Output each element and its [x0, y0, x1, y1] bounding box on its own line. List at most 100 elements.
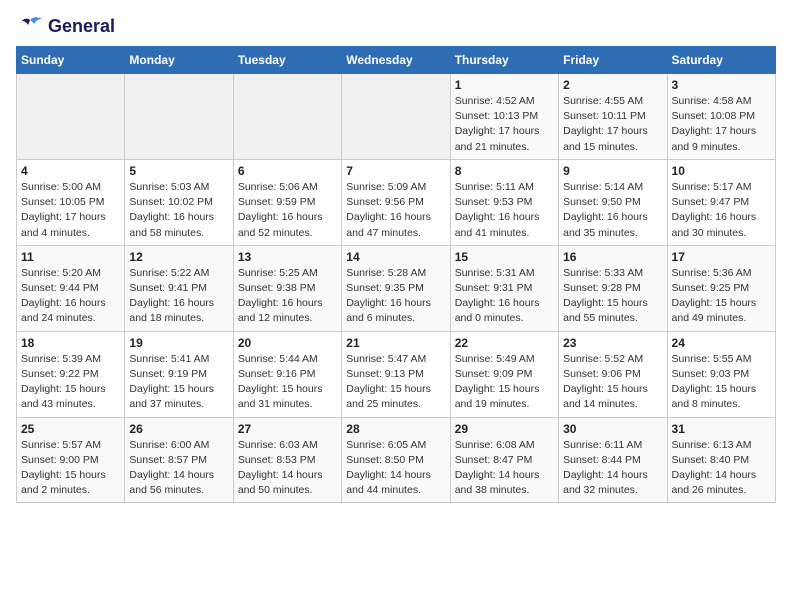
calendar-cell: 17Sunrise: 5:36 AM Sunset: 9:25 PM Dayli…	[667, 245, 775, 331]
logo-icon	[16, 16, 44, 38]
day-number: 12	[129, 250, 228, 264]
calendar-cell: 16 Sunrise: 5:33 AM Sunset: 9:28 PM Dayli…	[559, 245, 667, 331]
day-info: Sunrise: 5:03 AM Sunset: 10:02 PM Daylig…	[129, 180, 228, 241]
day-info: Sunrise: 5:17 AM Sunset: 9:47 PM Dayligh…	[672, 180, 771, 241]
day-info: Sunrise: 5:00 AM Sunset: 10:05 PM Daylig…	[21, 180, 120, 241]
day-info: Sunrise: 5:20 AM Sunset: 9:44 PM Dayligh…	[21, 266, 120, 327]
calendar-week-row: 11 Sunrise: 5:20 AM Sunset: 9:44 PM Dayli…	[17, 245, 776, 331]
day-of-week-header: Wednesday	[342, 47, 450, 74]
day-info: Sunrise: 5:41 AM Sunset: 9:19 PM Dayligh…	[129, 352, 228, 413]
calendar-cell: 2 Sunrise: 4:55 AM Sunset: 10:11 PM Dayli…	[559, 74, 667, 160]
calendar-cell: 6Sunrise: 5:06 AM Sunset: 9:59 PM Daylig…	[233, 159, 341, 245]
day-number: 2	[563, 78, 662, 92]
calendar-cell: 25 Sunrise: 5:57 AM Sunset: 9:00 PM Dayli…	[17, 417, 125, 503]
day-number: 8	[455, 164, 554, 178]
day-info: Sunrise: 5:52 AM Sunset: 9:06 PM Dayligh…	[563, 352, 662, 413]
day-number: 25	[21, 422, 120, 436]
day-number: 29	[455, 422, 554, 436]
calendar-cell: 31Sunrise: 6:13 AM Sunset: 8:40 PM Dayli…	[667, 417, 775, 503]
calendar-week-row: 1 Sunrise: 4:52 AM Sunset: 10:13 PM Dayli…	[17, 74, 776, 160]
day-info: Sunrise: 4:58 AM Sunset: 10:08 PM Daylig…	[672, 94, 771, 155]
calendar-cell: 24 Sunrise: 5:55 AM Sunset: 9:03 PM Dayli…	[667, 331, 775, 417]
day-number: 15	[455, 250, 554, 264]
day-number: 27	[238, 422, 337, 436]
day-info: Sunrise: 5:11 AM Sunset: 9:53 PM Dayligh…	[455, 180, 554, 241]
day-info: Sunrise: 5:33 AM Sunset: 9:28 PM Dayligh…	[563, 266, 662, 327]
calendar-cell: 7 Sunrise: 5:09 AM Sunset: 9:56 PM Daylig…	[342, 159, 450, 245]
day-info: Sunrise: 5:49 AM Sunset: 9:09 PM Dayligh…	[455, 352, 554, 413]
day-number: 26	[129, 422, 228, 436]
day-of-week-header: Saturday	[667, 47, 775, 74]
day-info: Sunrise: 5:31 AM Sunset: 9:31 PM Dayligh…	[455, 266, 554, 327]
day-number: 19	[129, 336, 228, 350]
day-info: Sunrise: 5:14 AM Sunset: 9:50 PM Dayligh…	[563, 180, 662, 241]
logo: General	[16, 16, 115, 38]
day-number: 16	[563, 250, 662, 264]
day-info: Sunrise: 4:52 AM Sunset: 10:13 PM Daylig…	[455, 94, 554, 155]
logo-text: General	[48, 17, 115, 37]
calendar-cell: 1 Sunrise: 4:52 AM Sunset: 10:13 PM Dayli…	[450, 74, 558, 160]
day-of-week-header: Friday	[559, 47, 667, 74]
day-info: Sunrise: 5:06 AM Sunset: 9:59 PM Dayligh…	[238, 180, 337, 241]
calendar-cell: 10 Sunrise: 5:17 AM Sunset: 9:47 PM Dayli…	[667, 159, 775, 245]
calendar-cell	[125, 74, 233, 160]
day-of-week-header: Tuesday	[233, 47, 341, 74]
day-number: 24	[672, 336, 771, 350]
day-info: Sunrise: 6:05 AM Sunset: 8:50 PM Dayligh…	[346, 438, 445, 499]
calendar-cell: 3Sunrise: 4:58 AM Sunset: 10:08 PM Dayli…	[667, 74, 775, 160]
calendar-cell: 4Sunrise: 5:00 AM Sunset: 10:05 PM Dayli…	[17, 159, 125, 245]
day-info: Sunrise: 5:25 AM Sunset: 9:38 PM Dayligh…	[238, 266, 337, 327]
day-info: Sunrise: 4:55 AM Sunset: 10:11 PM Daylig…	[563, 94, 662, 155]
calendar-cell: 14 Sunrise: 5:28 AM Sunset: 9:35 PM Dayli…	[342, 245, 450, 331]
day-number: 20	[238, 336, 337, 350]
day-of-week-header: Thursday	[450, 47, 558, 74]
calendar-cell: 9 Sunrise: 5:14 AM Sunset: 9:50 PM Daylig…	[559, 159, 667, 245]
calendar-cell: 27Sunrise: 6:03 AM Sunset: 8:53 PM Dayli…	[233, 417, 341, 503]
day-info: Sunrise: 6:00 AM Sunset: 8:57 PM Dayligh…	[129, 438, 228, 499]
day-info: Sunrise: 5:44 AM Sunset: 9:16 PM Dayligh…	[238, 352, 337, 413]
day-info: Sunrise: 6:11 AM Sunset: 8:44 PM Dayligh…	[563, 438, 662, 499]
day-info: Sunrise: 5:55 AM Sunset: 9:03 PM Dayligh…	[672, 352, 771, 413]
day-number: 14	[346, 250, 445, 264]
calendar-cell: 23Sunrise: 5:52 AM Sunset: 9:06 PM Dayli…	[559, 331, 667, 417]
day-number: 10	[672, 164, 771, 178]
calendar-cell: 20 Sunrise: 5:44 AM Sunset: 9:16 PM Dayli…	[233, 331, 341, 417]
day-info: Sunrise: 5:36 AM Sunset: 9:25 PM Dayligh…	[672, 266, 771, 327]
header: General	[16, 16, 776, 38]
day-info: Sunrise: 5:47 AM Sunset: 9:13 PM Dayligh…	[346, 352, 445, 413]
day-info: Sunrise: 5:28 AM Sunset: 9:35 PM Dayligh…	[346, 266, 445, 327]
calendar-cell: 12 Sunrise: 5:22 AM Sunset: 9:41 PM Dayli…	[125, 245, 233, 331]
day-info: Sunrise: 5:22 AM Sunset: 9:41 PM Dayligh…	[129, 266, 228, 327]
calendar-cell	[342, 74, 450, 160]
day-number: 21	[346, 336, 445, 350]
day-number: 22	[455, 336, 554, 350]
day-info: Sunrise: 6:13 AM Sunset: 8:40 PM Dayligh…	[672, 438, 771, 499]
day-info: Sunrise: 5:09 AM Sunset: 9:56 PM Dayligh…	[346, 180, 445, 241]
day-number: 1	[455, 78, 554, 92]
calendar-week-row: 4Sunrise: 5:00 AM Sunset: 10:05 PM Dayli…	[17, 159, 776, 245]
day-of-week-row: SundayMondayTuesdayWednesdayThursdayFrid…	[17, 47, 776, 74]
calendar-cell: 11 Sunrise: 5:20 AM Sunset: 9:44 PM Dayli…	[17, 245, 125, 331]
calendar-cell: 8 Sunrise: 5:11 AM Sunset: 9:53 PM Daylig…	[450, 159, 558, 245]
calendar-cell: 21 Sunrise: 5:47 AM Sunset: 9:13 PM Dayli…	[342, 331, 450, 417]
calendar-week-row: 25 Sunrise: 5:57 AM Sunset: 9:00 PM Dayli…	[17, 417, 776, 503]
day-number: 9	[563, 164, 662, 178]
calendar-cell: 13 Sunrise: 5:25 AM Sunset: 9:38 PM Dayli…	[233, 245, 341, 331]
calendar-cell	[17, 74, 125, 160]
day-info: Sunrise: 5:39 AM Sunset: 9:22 PM Dayligh…	[21, 352, 120, 413]
day-of-week-header: Monday	[125, 47, 233, 74]
calendar-body: 1 Sunrise: 4:52 AM Sunset: 10:13 PM Dayli…	[17, 74, 776, 503]
day-number: 13	[238, 250, 337, 264]
calendar-cell: 18Sunrise: 5:39 AM Sunset: 9:22 PM Dayli…	[17, 331, 125, 417]
day-number: 5	[129, 164, 228, 178]
day-number: 11	[21, 250, 120, 264]
calendar-cell: 26 Sunrise: 6:00 AM Sunset: 8:57 PM Dayli…	[125, 417, 233, 503]
day-number: 28	[346, 422, 445, 436]
calendar-cell: 29 Sunrise: 6:08 AM Sunset: 8:47 PM Dayli…	[450, 417, 558, 503]
day-info: Sunrise: 6:08 AM Sunset: 8:47 PM Dayligh…	[455, 438, 554, 499]
day-number: 7	[346, 164, 445, 178]
calendar-cell	[233, 74, 341, 160]
day-info: Sunrise: 5:57 AM Sunset: 9:00 PM Dayligh…	[21, 438, 120, 499]
calendar-cell: 5 Sunrise: 5:03 AM Sunset: 10:02 PM Dayli…	[125, 159, 233, 245]
calendar-week-row: 18Sunrise: 5:39 AM Sunset: 9:22 PM Dayli…	[17, 331, 776, 417]
